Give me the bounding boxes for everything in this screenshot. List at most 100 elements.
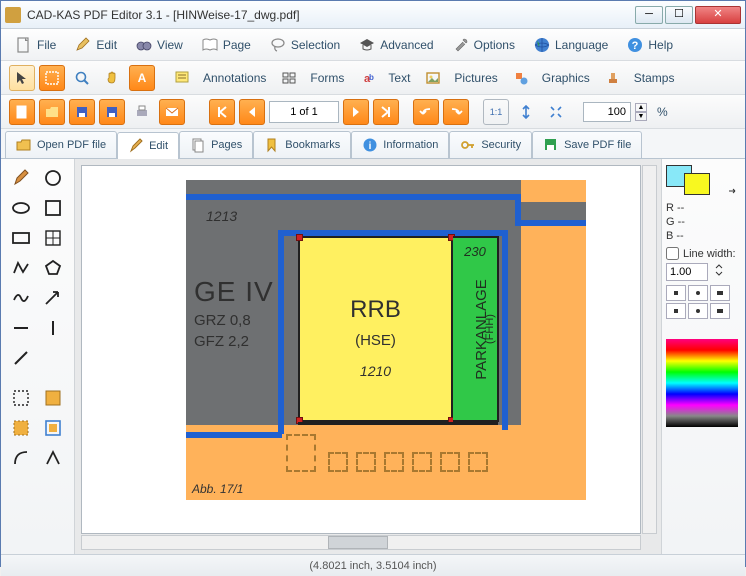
arc-tool[interactable] xyxy=(7,445,35,471)
join-2[interactable] xyxy=(688,303,708,319)
line-width-checkbox[interactable] xyxy=(666,247,679,260)
g-value: G -- xyxy=(666,215,741,229)
brush-tool[interactable] xyxy=(7,165,35,191)
drawing-tools xyxy=(1,159,75,554)
save-as-button[interactable] xyxy=(99,99,125,125)
polygon-tool[interactable] xyxy=(39,255,67,281)
marquee-fill-tool[interactable] xyxy=(7,415,35,441)
undo-button[interactable] xyxy=(413,99,439,125)
shape-alt-tool[interactable] xyxy=(39,415,67,441)
join-1[interactable] xyxy=(666,303,686,319)
fit-vertical-button[interactable] xyxy=(513,99,539,125)
curve-tool[interactable] xyxy=(7,285,35,311)
page-input[interactable] xyxy=(269,101,339,123)
globe-icon xyxy=(533,36,551,54)
menu-selection[interactable]: Selection xyxy=(263,33,346,57)
tab-edit[interactable]: Edit xyxy=(117,132,179,159)
menu-file[interactable]: File xyxy=(9,33,62,57)
circle-tool[interactable] xyxy=(39,165,67,191)
hand-tool[interactable] xyxy=(99,65,125,91)
tab-pages[interactable]: Pages xyxy=(179,131,253,158)
info-icon: i xyxy=(362,137,378,153)
print-button[interactable] xyxy=(129,99,155,125)
tab-bookmarks[interactable]: Bookmarks xyxy=(253,131,351,158)
arrow-tool[interactable] xyxy=(39,285,67,311)
minimize-button[interactable]: ─ xyxy=(635,6,663,24)
zoom-input[interactable] xyxy=(583,102,631,122)
prev-page-button[interactable] xyxy=(239,99,265,125)
maximize-button[interactable]: ☐ xyxy=(665,6,693,24)
pointer-tool[interactable] xyxy=(9,65,35,91)
menu-page[interactable]: Page xyxy=(195,33,257,57)
tab-security[interactable]: Security xyxy=(449,131,532,158)
rectangle-tool[interactable] xyxy=(7,225,35,251)
document-viewport[interactable]: 1213 GE IV GRZ 0,8 GFZ 2,2 RRB (HSE) 121… xyxy=(81,165,641,534)
cursor-position: (4.8021 inch, 3.5104 inch) xyxy=(309,560,436,572)
menu-view[interactable]: View xyxy=(129,33,189,57)
binoculars-icon xyxy=(135,36,153,54)
marquee-tool[interactable] xyxy=(7,385,35,411)
line-width-input[interactable] xyxy=(666,263,708,281)
help-icon: ? xyxy=(626,36,644,54)
vline-tool[interactable] xyxy=(39,315,67,341)
last-page-button[interactable] xyxy=(373,99,399,125)
menu-options[interactable]: Options xyxy=(446,33,521,57)
horizontal-scrollbar[interactable] xyxy=(81,535,641,550)
save-button[interactable] xyxy=(69,99,95,125)
color-swatch-bg[interactable] xyxy=(684,173,710,195)
zoom-down[interactable]: ▼ xyxy=(635,112,647,121)
vertical-scrollbar[interactable] xyxy=(642,165,657,534)
resize-handle[interactable] xyxy=(296,234,303,241)
titlebar: CAD-KAS PDF Editor 3.1 - [HINWeise-17_dw… xyxy=(1,1,745,29)
new-file-button[interactable] xyxy=(9,99,35,125)
pictures-group[interactable]: Pictures xyxy=(420,65,503,91)
zoom-tool[interactable] xyxy=(69,65,95,91)
fit-11-button[interactable]: 1:1 xyxy=(483,99,509,125)
highlight-tool[interactable]: A xyxy=(129,65,155,91)
color-picker[interactable] xyxy=(666,339,738,427)
angle-tool[interactable] xyxy=(39,445,67,471)
email-button[interactable] xyxy=(159,99,185,125)
fit-page-button[interactable] xyxy=(543,99,569,125)
menu-language[interactable]: Language xyxy=(527,33,614,57)
redo-button[interactable] xyxy=(443,99,469,125)
cap-2[interactable] xyxy=(688,285,708,301)
swap-colors-icon[interactable] xyxy=(727,185,739,200)
open-file-button[interactable] xyxy=(39,99,65,125)
menu-help[interactable]: ?Help xyxy=(620,33,679,57)
pencil-icon xyxy=(74,36,92,54)
annotations-group[interactable]: Annotations xyxy=(169,65,272,91)
tab-open-pdf[interactable]: Open PDF file xyxy=(5,131,117,158)
stamps-group[interactable]: Stamps xyxy=(600,65,681,91)
first-page-button[interactable] xyxy=(209,99,235,125)
grid-tool[interactable] xyxy=(39,225,67,251)
graphics-group[interactable]: Graphics xyxy=(508,65,596,91)
fill-shape-tool[interactable] xyxy=(39,385,67,411)
select-area-tool[interactable] xyxy=(39,65,65,91)
key-icon xyxy=(460,137,476,153)
close-button[interactable]: ✕ xyxy=(695,6,741,24)
cap-3[interactable] xyxy=(710,285,730,301)
window-title: CAD-KAS PDF Editor 3.1 - [HINWeise-17_dw… xyxy=(27,8,635,22)
svg-text:i: i xyxy=(369,141,372,152)
properties-panel: R -- G -- B -- Line width: xyxy=(661,159,745,554)
forms-group[interactable]: Forms xyxy=(276,65,350,91)
polyline-tool[interactable] xyxy=(7,255,35,281)
text-group[interactable]: abText xyxy=(354,65,416,91)
line-tool[interactable] xyxy=(7,345,35,371)
join-3[interactable] xyxy=(710,303,730,319)
yellow-parcel[interactable]: RRB (HSE) 1210 xyxy=(298,236,453,422)
ellipse-tool[interactable] xyxy=(7,195,35,221)
hline-tool[interactable] xyxy=(7,315,35,341)
line-width-stepper[interactable] xyxy=(712,262,726,281)
folder-icon xyxy=(16,137,32,153)
square-tool[interactable] xyxy=(39,195,67,221)
cap-1[interactable] xyxy=(666,285,686,301)
zoom-up[interactable]: ▲ xyxy=(635,103,647,112)
tab-information[interactable]: iInformation xyxy=(351,131,449,158)
menu-edit[interactable]: Edit xyxy=(68,33,123,57)
r-value: R -- xyxy=(666,201,741,215)
next-page-button[interactable] xyxy=(343,99,369,125)
menu-advanced[interactable]: Advanced xyxy=(352,33,439,57)
tab-save-pdf[interactable]: Save PDF file xyxy=(532,131,642,158)
